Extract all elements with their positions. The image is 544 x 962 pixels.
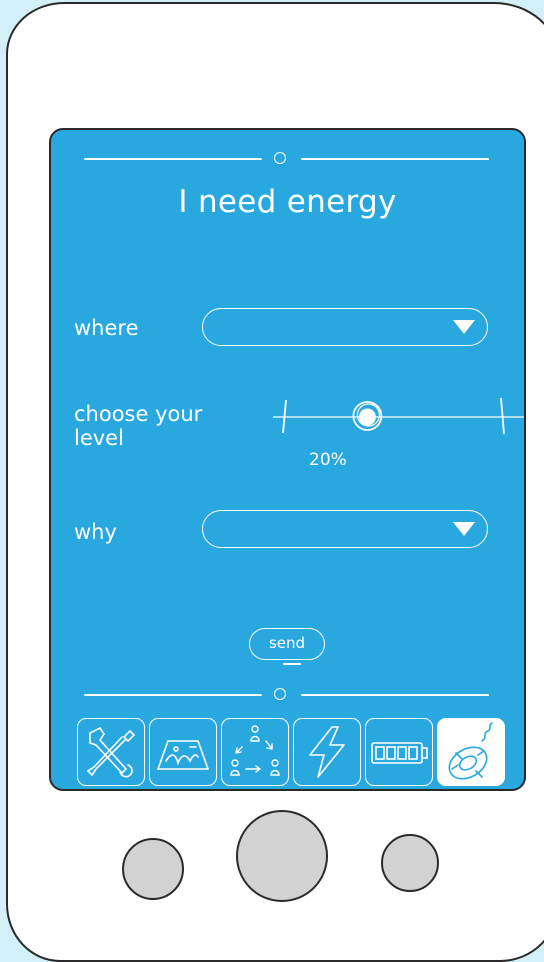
level-slider[interactable] (273, 392, 526, 442)
lightning-icon (309, 726, 345, 778)
top-divider (51, 149, 524, 169)
send-button[interactable]: send (249, 628, 325, 660)
page-title: I need energy (178, 184, 397, 220)
level-value: 20% (309, 450, 347, 470)
home-hardware-button[interactable] (236, 810, 328, 902)
left-hardware-button[interactable] (122, 838, 184, 900)
toolbar-lifebuoy-button[interactable] (437, 718, 505, 786)
app-screen: I need energy where choose your level 20… (49, 128, 526, 791)
where-label: where (74, 316, 139, 340)
bottom-divider (51, 685, 524, 705)
landscape-icon (157, 740, 209, 770)
battery-icon (371, 742, 428, 764)
bottom-divider-circle-icon (274, 688, 286, 700)
toolbar-tools-button[interactable] (77, 718, 145, 786)
slider-max-tick (500, 397, 505, 435)
send-underline (283, 663, 301, 665)
dropdown-triangle-icon (453, 320, 475, 334)
toolbar-landscape-button[interactable] (149, 718, 217, 786)
why-select[interactable] (202, 510, 488, 548)
people-cycle-icon (230, 725, 280, 776)
where-select[interactable] (202, 308, 488, 346)
tools-icon (86, 726, 136, 778)
level-label: choose your level (74, 402, 203, 450)
toolbar-people-cycle-button[interactable] (221, 718, 289, 786)
slider-knob[interactable] (352, 401, 383, 431)
top-divider-circle-icon (274, 152, 286, 164)
toolbar-battery-button[interactable] (365, 718, 433, 786)
toolbar-lightning-button[interactable] (293, 718, 361, 786)
dropdown-triangle-icon (453, 522, 475, 536)
right-hardware-button[interactable] (381, 834, 439, 892)
phone-device: I need energy where choose your level 20… (6, 2, 544, 962)
why-label: why (74, 520, 117, 544)
lifebuoy-icon (448, 722, 493, 780)
